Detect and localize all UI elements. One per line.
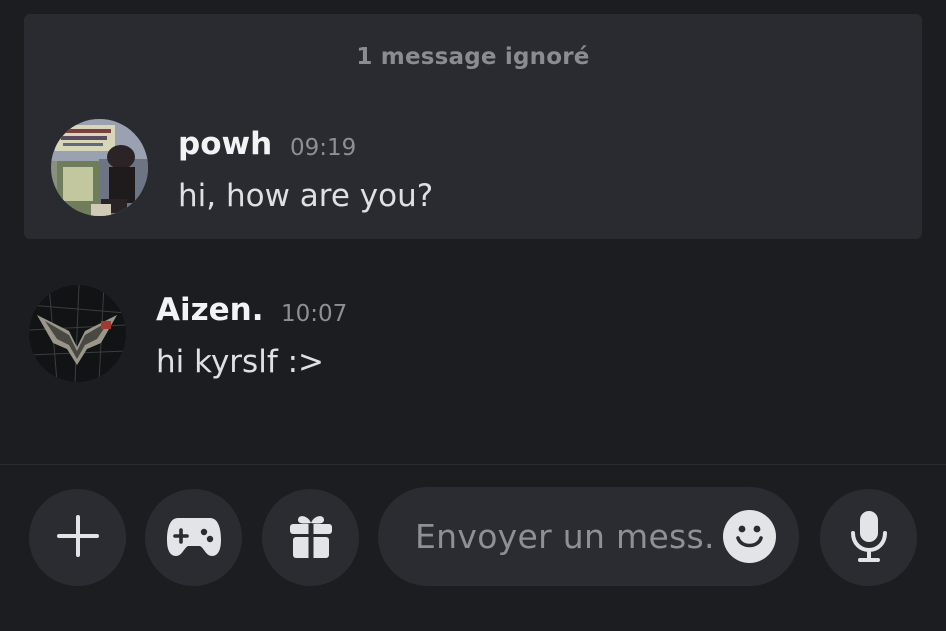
- gamepad-icon: [166, 514, 222, 562]
- avatar[interactable]: [29, 285, 126, 382]
- voice-message-button[interactable]: [820, 489, 917, 586]
- message-author[interactable]: powh: [178, 126, 272, 162]
- message-timestamp: 10:07: [281, 301, 348, 327]
- ignored-messages-label[interactable]: 1 message ignoré: [24, 44, 922, 70]
- gift-icon: [286, 511, 336, 565]
- microphone-icon: [847, 509, 891, 567]
- message-input[interactable]: [413, 513, 717, 559]
- composer-divider: [0, 464, 946, 465]
- activities-button[interactable]: [145, 489, 242, 586]
- avatar[interactable]: [51, 119, 148, 216]
- gift-button[interactable]: [262, 489, 359, 586]
- message-text: hi, how are you?: [178, 178, 434, 214]
- emoji-button[interactable]: [723, 510, 776, 563]
- ignored-messages-block[interactable]: 1 message ignoré: [24, 14, 922, 239]
- message-timestamp: 09:19: [290, 135, 357, 161]
- message-composer: [378, 487, 799, 586]
- plus-icon: [53, 511, 103, 565]
- add-attachment-button[interactable]: [29, 489, 126, 586]
- smiley-icon: [723, 508, 776, 565]
- message-text: hi kyrslf :>: [156, 344, 325, 380]
- message-author[interactable]: Aizen.: [156, 292, 264, 328]
